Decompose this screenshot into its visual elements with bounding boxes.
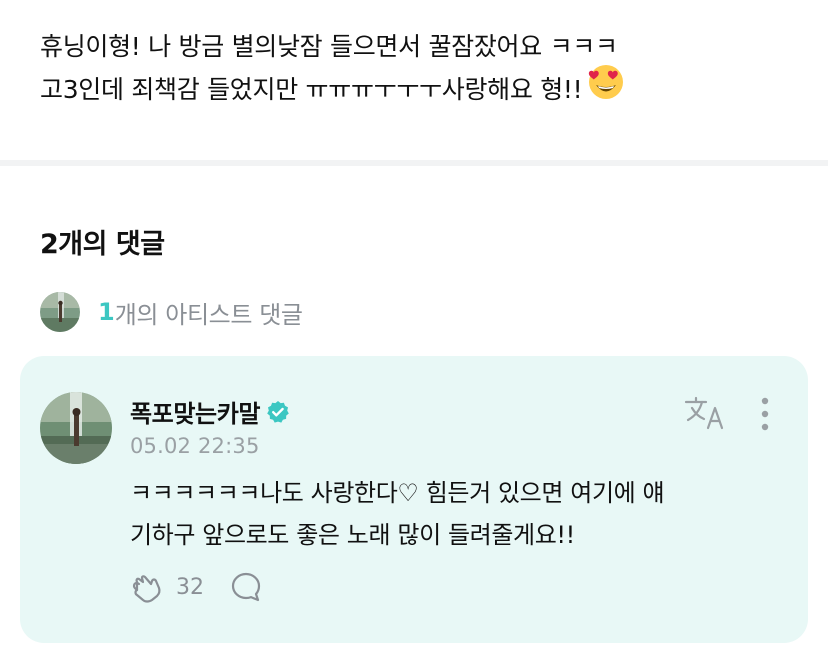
artist-comment-count: 1 bbox=[98, 298, 115, 326]
comment-body: ㅋㅋㅋㅋㅋㅋ나도 사랑한다♡ 힘든거 있으면 여기에 얘 기하구 앞으로도 좋은… bbox=[130, 472, 780, 556]
author-name[interactable]: 폭포맞는카말 bbox=[130, 394, 290, 429]
comment-body-line-1: ㅋㅋㅋㅋㅋㅋ나도 사랑한다♡ 힘든거 있으면 여기에 얘 bbox=[130, 479, 665, 507]
post-text-line-2: 고3인데 죄책감 들었지만 ㅠㅠㅠㅜㅜㅜ사랑해요 형!! bbox=[40, 64, 800, 115]
heart-eyes-emoji-icon bbox=[588, 64, 624, 112]
more-options-icon[interactable] bbox=[760, 396, 770, 432]
author-avatar[interactable] bbox=[40, 392, 112, 464]
post-text-line-2-text: 고3인데 죄책감 들었지만 ㅠㅠㅠㅜㅜㅜ사랑해요 형!! bbox=[40, 75, 583, 104]
post-content: 휴닝이형! 나 방금 별의낮잠 들으면서 꿀잠잤어요 ㅋㅋㅋ 고3인데 죄책감 … bbox=[40, 26, 800, 115]
section-divider bbox=[0, 160, 828, 166]
artist-comment-label: 개의 아티스트 댓글 bbox=[114, 300, 303, 329]
artist-comments-toggle[interactable]: 1 개의 아티스트 댓글 bbox=[40, 292, 303, 332]
comment-actions: 32 bbox=[130, 570, 262, 604]
author-name-text: 폭포맞는카말 bbox=[130, 400, 261, 428]
comment-body-line-2: 기하구 앞으로도 좋은 노래 많이 들려줄게요!! bbox=[130, 521, 575, 549]
comment-timestamp: 05.02 22:35 bbox=[130, 434, 260, 458]
reply-icon[interactable] bbox=[230, 571, 262, 603]
post-text-line-1: 휴닝이형! 나 방금 별의낮잠 들으면서 꿀잠잤어요 ㅋㅋㅋ bbox=[40, 32, 618, 61]
translate-icon[interactable] bbox=[684, 394, 728, 434]
artist-comment-card: 폭포맞는카말 05.02 22:35 ㅋㅋㅋㅋㅋㅋ나도 사랑한다♡ 힘든거 있으… bbox=[20, 356, 808, 643]
like-count: 32 bbox=[176, 574, 204, 600]
like-icon[interactable] bbox=[130, 570, 164, 604]
artist-mini-avatar bbox=[40, 292, 80, 332]
comments-count-title: 2개의 댓글 bbox=[40, 229, 165, 260]
verified-badge-icon bbox=[266, 400, 290, 424]
